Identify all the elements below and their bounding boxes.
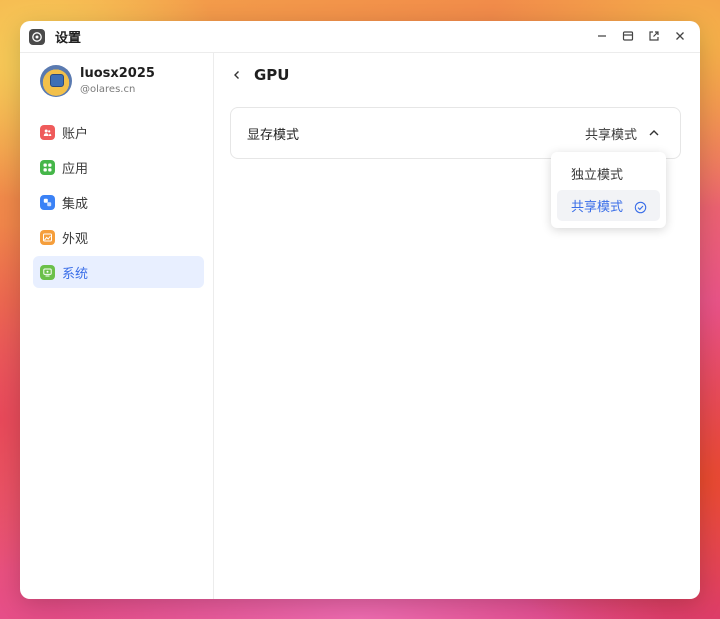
memory-mode-select[interactable]: 共享模式 [585,108,660,158]
window-controls [594,28,688,44]
sidebar-item-label: 外观 [62,231,89,247]
option-dedicated-mode[interactable]: 独立模式 [557,158,660,189]
settings-window: 设置 luosx2025 @olares.cn 账户 应用 集成 外观 系统 G… [20,21,700,599]
setting-label: 显存模式 [247,127,300,143]
apps-icon [40,159,55,175]
chevron-up-icon [648,127,660,139]
account-icon [40,124,55,140]
main-panel: GPU 显存模式 共享模式 [214,53,700,599]
sidebar-item-appearance[interactable]: 外观 [33,221,204,253]
option-label: 独立模式 [571,168,624,183]
sidebar-item-label: 系统 [62,266,89,282]
integration-icon [40,194,55,210]
user-domain: @olares.cn [80,83,136,95]
sidebar-item-label: 应用 [62,161,89,177]
memory-mode-dropdown: 独立模式 共享模式 [551,152,666,228]
page-header: GPU [230,66,290,84]
option-label: 共享模式 [571,200,624,215]
sidebar-item-integration[interactable]: 集成 [33,186,204,218]
window-title: 设置 [55,31,82,46]
avatar [40,65,72,97]
title-bar: 设置 [20,21,700,53]
option-shared-mode[interactable]: 共享模式 [557,190,660,221]
close-icon[interactable] [672,28,688,44]
user-profile[interactable]: luosx2025 @olares.cn [40,65,155,97]
select-value: 共享模式 [584,127,637,143]
chevron-left-icon[interactable] [230,68,244,82]
sidebar-item-label: 账户 [62,126,89,142]
page-title: GPU [254,66,290,84]
sidebar-item-account[interactable]: 账户 [33,116,204,148]
system-icon [40,264,55,280]
maximize-icon[interactable] [620,28,636,44]
appearance-icon [40,229,55,245]
sidebar-item-label: 集成 [62,196,89,212]
sidebar-menu: 账户 应用 集成 外观 系统 [33,116,204,291]
user-name: luosx2025 [80,65,155,81]
minimize-icon[interactable] [594,28,610,44]
sidebar-item-apps[interactable]: 应用 [33,151,204,183]
sidebar-item-system[interactable]: 系统 [33,256,204,288]
settings-app-icon [29,28,45,45]
sidebar: luosx2025 @olares.cn 账户 应用 集成 外观 系统 [20,53,214,599]
check-circle-icon [634,199,647,214]
popout-icon[interactable] [646,28,662,44]
